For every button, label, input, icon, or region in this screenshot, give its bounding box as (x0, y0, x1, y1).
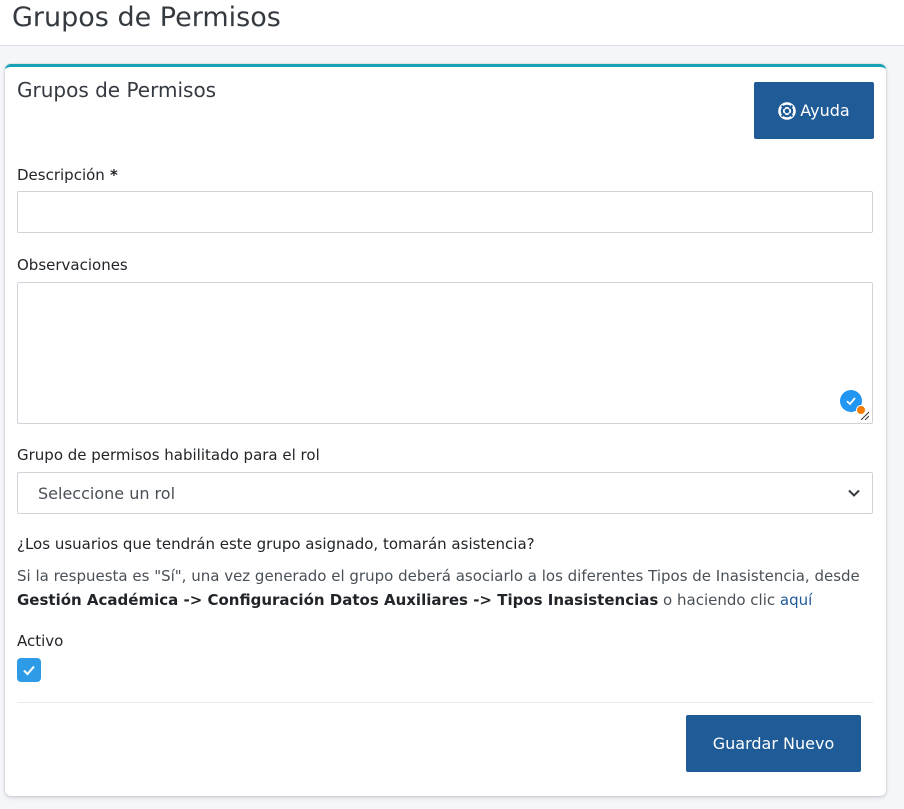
descripcion-label: Descripción * (17, 165, 118, 185)
rol-select[interactable]: Seleccione un rol (17, 472, 873, 514)
page-header: Grupos de Permisos (0, 0, 904, 46)
required-mark: * (104, 166, 118, 184)
observaciones-wrapper (17, 282, 873, 424)
permission-group-card: Grupos de Permisos Ayuda Descripción * O… (5, 64, 886, 796)
resize-grip-icon[interactable] (859, 410, 869, 420)
form-divider (17, 702, 873, 703)
activo-label: Activo (17, 632, 64, 650)
life-ring-icon (778, 101, 797, 120)
page-title: Grupos de Permisos (12, 2, 281, 33)
info-here-link[interactable]: aquí (780, 591, 812, 609)
info-text-2: o haciendo clic (658, 591, 780, 609)
descripcion-label-text: Descripción (17, 166, 105, 184)
chevron-down-icon (848, 489, 860, 497)
checkmark-icon (23, 665, 35, 676)
observaciones-textarea[interactable] (17, 282, 873, 424)
attendance-info: Si la respuesta es "Sí", una vez generad… (17, 564, 877, 612)
info-menu-path: Gestión Académica -> Configuración Datos… (17, 591, 659, 609)
activo-checkbox[interactable] (17, 658, 41, 682)
observaciones-label: Observaciones (17, 256, 128, 274)
descripcion-input[interactable] (17, 191, 873, 233)
help-button[interactable]: Ayuda (754, 82, 874, 139)
save-new-button[interactable]: Guardar Nuevo (686, 715, 861, 772)
rol-label: Grupo de permisos habilitado para el rol (17, 446, 320, 464)
info-text-1: Si la respuesta es "Sí", una vez generad… (17, 567, 860, 585)
help-button-label: Ayuda (800, 101, 850, 120)
attendance-question: ¿Los usuarios que tendrán este grupo asi… (17, 535, 535, 553)
card-title: Grupos de Permisos (17, 78, 217, 102)
spellcheck-badge-icon[interactable] (840, 390, 866, 415)
rol-select-value: Seleccione un rol (38, 483, 176, 503)
